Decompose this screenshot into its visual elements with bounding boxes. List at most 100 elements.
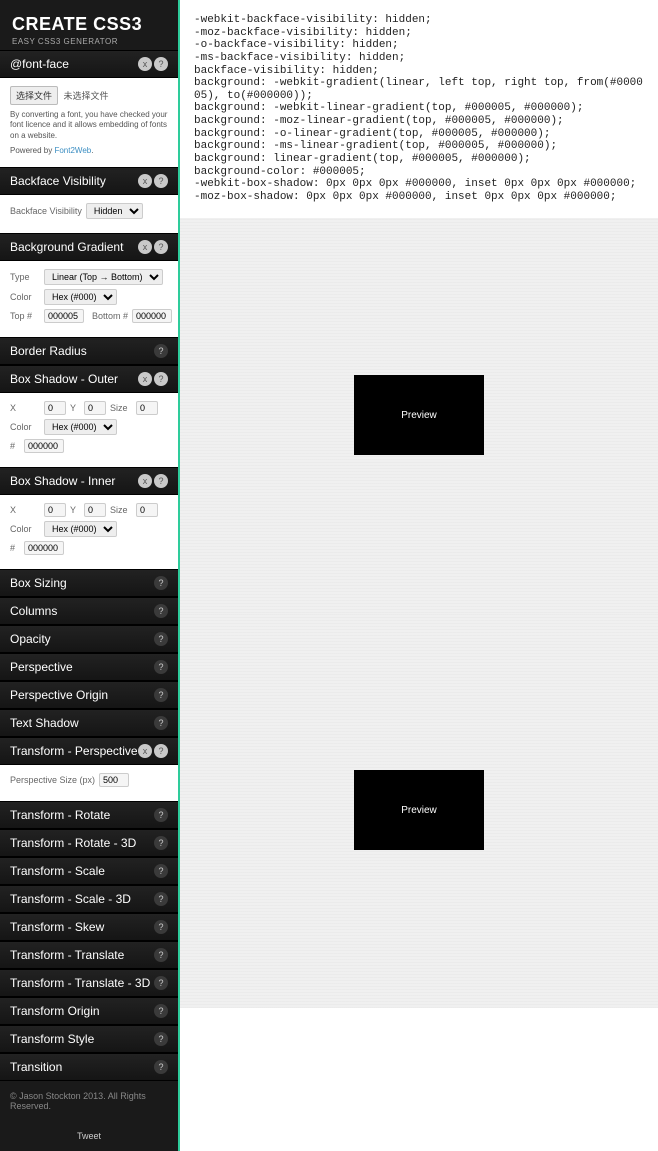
- section-transform-rotate-3d[interactable]: Transform - Rotate - 3D?: [0, 829, 178, 857]
- help-icon[interactable]: ?: [154, 744, 168, 758]
- gradient-bottom-input[interactable]: [132, 309, 172, 323]
- font-face-desc: By converting a font, you have checked y…: [10, 110, 168, 141]
- close-icon[interactable]: x: [138, 744, 152, 758]
- section-box-sizing[interactable]: Box Sizing?: [0, 569, 178, 597]
- help-icon[interactable]: ?: [154, 632, 168, 646]
- help-icon[interactable]: ?: [154, 240, 168, 254]
- help-icon[interactable]: ?: [154, 948, 168, 962]
- panel-font-face: 选择文件 未选择文件 By converting a font, you hav…: [0, 78, 178, 167]
- section-transform-style[interactable]: Transform Style?: [0, 1025, 178, 1053]
- section-perspective-origin[interactable]: Perspective Origin?: [0, 681, 178, 709]
- shadow-inner-x-input[interactable]: [44, 503, 66, 517]
- shadow-outer-x-label: X: [10, 403, 40, 413]
- backface-select[interactable]: Hidden: [86, 203, 143, 219]
- help-icon[interactable]: ?: [154, 808, 168, 822]
- close-icon[interactable]: x: [138, 174, 152, 188]
- panel-gradient: Type Linear (Top → Bottom) Color Hex (#0…: [0, 261, 178, 337]
- shadow-outer-x-input[interactable]: [44, 401, 66, 415]
- brand: CREATE CSS3 EASY CSS3 GENERATOR: [0, 0, 178, 50]
- gradient-type-select[interactable]: Linear (Top → Bottom): [44, 269, 163, 285]
- section-backface[interactable]: Backface Visibility x ?: [0, 167, 178, 195]
- shadow-inner-hash-input[interactable]: [24, 541, 64, 555]
- file-status: 未选择文件: [64, 91, 109, 101]
- section-transform-translate-3d[interactable]: Transform - Translate - 3D?: [0, 969, 178, 997]
- section-font-face[interactable]: @font-face x ?: [0, 50, 178, 78]
- shadow-outer-hash-input[interactable]: [24, 439, 64, 453]
- help-icon[interactable]: ?: [154, 474, 168, 488]
- app-tagline: EASY CSS3 GENERATOR: [12, 37, 166, 46]
- section-transform-origin[interactable]: Transform Origin?: [0, 997, 178, 1025]
- help-icon[interactable]: ?: [154, 1004, 168, 1018]
- section-transform-perspective[interactable]: Transform - Perspective x ?: [0, 737, 178, 765]
- shadow-outer-size-label: Size: [110, 403, 132, 413]
- gradient-top-input[interactable]: [44, 309, 84, 323]
- shadow-outer-size-input[interactable]: [136, 401, 158, 415]
- section-backface-title: Backface Visibility: [10, 174, 138, 188]
- gradient-color-label: Color: [10, 292, 40, 302]
- section-border-radius-title: Border Radius: [10, 344, 154, 358]
- file-choose-button[interactable]: 选择文件: [10, 86, 58, 105]
- section-font-face-title: @font-face: [10, 57, 138, 71]
- help-icon[interactable]: ?: [154, 57, 168, 71]
- section-perspective[interactable]: Perspective?: [0, 653, 178, 681]
- section-shadow-inner[interactable]: Box Shadow - Inner x ?: [0, 467, 178, 495]
- help-icon[interactable]: ?: [154, 576, 168, 590]
- gradient-type-label: Type: [10, 272, 40, 282]
- help-icon[interactable]: ?: [154, 920, 168, 934]
- preview-box-1: Preview: [354, 375, 484, 455]
- section-border-radius[interactable]: Border Radius ?: [0, 337, 178, 365]
- shadow-outer-y-label: Y: [70, 403, 80, 413]
- help-icon[interactable]: ?: [154, 174, 168, 188]
- section-shadow-outer-title: Box Shadow - Outer: [10, 372, 138, 386]
- section-transform-translate[interactable]: Transform - Translate?: [0, 941, 178, 969]
- panel-backface: Backface Visibility Hidden: [0, 195, 178, 233]
- section-transform-rotate[interactable]: Transform - Rotate?: [0, 801, 178, 829]
- help-icon[interactable]: ?: [154, 372, 168, 386]
- help-icon[interactable]: ?: [154, 892, 168, 906]
- help-icon[interactable]: ?: [154, 976, 168, 990]
- gradient-top-label: Top #: [10, 311, 40, 321]
- shadow-inner-hash-label: #: [10, 543, 20, 553]
- help-icon[interactable]: ?: [154, 1032, 168, 1046]
- shadow-inner-color-select[interactable]: Hex (#000): [44, 521, 117, 537]
- help-icon[interactable]: ?: [154, 716, 168, 730]
- shadow-inner-size-input[interactable]: [136, 503, 158, 517]
- section-transform-scale[interactable]: Transform - Scale?: [0, 857, 178, 885]
- section-transition[interactable]: Transition?: [0, 1053, 178, 1081]
- powered-by: Powered by Font2Web.: [10, 146, 168, 156]
- section-gradient[interactable]: Background Gradient x ?: [0, 233, 178, 261]
- section-shadow-outer[interactable]: Box Shadow - Outer x ?: [0, 365, 178, 393]
- gradient-bottom-label: Bottom #: [88, 311, 128, 321]
- close-icon[interactable]: x: [138, 57, 152, 71]
- preview-stage-2: Preview: [180, 613, 658, 1008]
- shadow-inner-y-label: Y: [70, 505, 80, 515]
- shadow-inner-x-label: X: [10, 505, 40, 515]
- backface-label: Backface Visibility: [10, 206, 82, 216]
- tweet-button[interactable]: Tweet: [0, 1121, 178, 1151]
- close-icon[interactable]: x: [138, 474, 152, 488]
- help-icon[interactable]: ?: [154, 688, 168, 702]
- font2web-link[interactable]: Font2Web: [54, 146, 91, 155]
- section-columns[interactable]: Columns?: [0, 597, 178, 625]
- section-shadow-inner-title: Box Shadow - Inner: [10, 474, 138, 488]
- perspective-size-input[interactable]: [99, 773, 129, 787]
- panel-shadow-inner: X Y Size Color Hex (#000) #: [0, 495, 178, 569]
- help-icon[interactable]: ?: [154, 604, 168, 618]
- section-gradient-title: Background Gradient: [10, 240, 138, 254]
- help-icon[interactable]: ?: [154, 1060, 168, 1074]
- help-icon[interactable]: ?: [154, 836, 168, 850]
- shadow-outer-y-input[interactable]: [84, 401, 106, 415]
- close-icon[interactable]: x: [138, 372, 152, 386]
- close-icon[interactable]: x: [138, 240, 152, 254]
- help-icon[interactable]: ?: [154, 864, 168, 878]
- help-icon[interactable]: ?: [154, 344, 168, 358]
- section-opacity[interactable]: Opacity?: [0, 625, 178, 653]
- help-icon[interactable]: ?: [154, 660, 168, 674]
- code-output[interactable]: -webkit-backface-visibility: hidden; -mo…: [180, 0, 658, 218]
- gradient-color-select[interactable]: Hex (#000): [44, 289, 117, 305]
- section-text-shadow[interactable]: Text Shadow?: [0, 709, 178, 737]
- shadow-outer-color-select[interactable]: Hex (#000): [44, 419, 117, 435]
- section-transform-skew[interactable]: Transform - Skew?: [0, 913, 178, 941]
- shadow-inner-y-input[interactable]: [84, 503, 106, 517]
- section-transform-scale-3d[interactable]: Transform - Scale - 3D?: [0, 885, 178, 913]
